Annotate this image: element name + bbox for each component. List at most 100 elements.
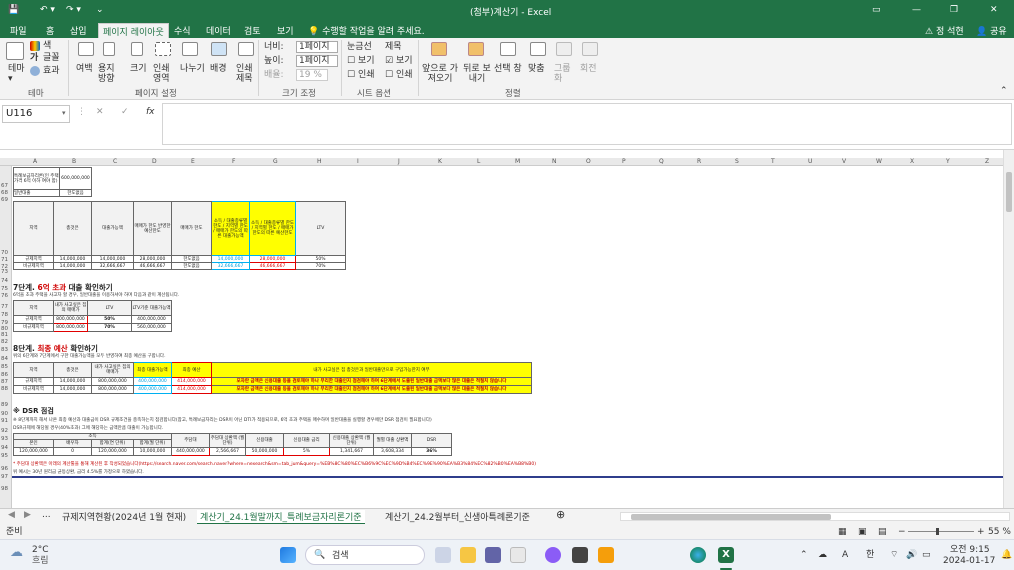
column-header[interactable]: W (876, 158, 882, 165)
enter-icon[interactable]: ✓ (121, 107, 129, 117)
tab-insert[interactable]: 삽입 (70, 24, 87, 37)
more-sheets-button[interactable]: ... (42, 510, 51, 520)
row-header[interactable]: 96 (1, 466, 8, 472)
redo-icon[interactable]: ↷ ▾ (66, 5, 81, 15)
rotate-button[interactable]: 회전 (580, 64, 597, 74)
tab-formulas[interactable]: 수식 (174, 24, 191, 37)
column-header[interactable]: B (72, 158, 76, 165)
teams-icon[interactable] (485, 547, 501, 563)
print-titles-button[interactable]: 인쇄 제목 (236, 64, 256, 84)
vertical-scroll-thumb[interactable] (1006, 172, 1012, 212)
worksheet-grid[interactable]: 특례보금자리론(인 주택가격 6억 이하 여야 함) 600,000,000 일반… (12, 166, 1003, 508)
column-header[interactable]: T (771, 158, 775, 165)
namebox-dropdown-icon[interactable]: ▾ (62, 108, 66, 118)
tray-font-icon[interactable]: A (842, 550, 848, 560)
row-header[interactable]: 74 (1, 278, 8, 284)
horizontal-scroll-thumb[interactable] (631, 514, 831, 520)
row-header[interactable]: 70 (1, 250, 8, 256)
themes-icon[interactable] (6, 42, 24, 60)
zoom-slider[interactable] (908, 531, 974, 532)
edge-icon[interactable] (690, 547, 706, 563)
notification-icon[interactable]: 🔔 (1001, 550, 1012, 560)
excel-icon[interactable]: X (718, 547, 734, 563)
tab-view[interactable]: 보기 (277, 24, 294, 37)
minimize-icon[interactable]: — (912, 5, 921, 15)
column-header[interactable]: K (438, 158, 442, 165)
customize-qat-icon[interactable]: ⌄ (96, 5, 104, 15)
headings-print-checkbox[interactable]: ☐ 인쇄 (385, 70, 413, 80)
zoom-in-icon[interactable]: + (977, 527, 985, 537)
tab-review[interactable]: 검토 (244, 24, 261, 37)
row-header[interactable]: 95 (1, 453, 8, 459)
group-button[interactable]: 그룹화 (554, 64, 574, 84)
clock-time[interactable]: 오전 9:15 (950, 545, 990, 555)
column-header[interactable]: Q (659, 158, 664, 165)
tray-chevron-icon[interactable]: ⌃ (800, 550, 808, 560)
tab-file[interactable]: 파일 (10, 24, 27, 37)
account-user[interactable]: ⚠ 정 석현 (925, 24, 964, 37)
sheet-tab-calc-feb[interactable]: 계산기_24.2월부터_신생아특례론기준 (385, 510, 530, 523)
zoom-out-icon[interactable]: − (898, 527, 906, 537)
row-header[interactable]: 88 (1, 386, 8, 392)
next-sheet-icon[interactable]: ▶ (24, 510, 31, 520)
speaker-icon[interactable]: 🔊 (906, 550, 917, 560)
vertical-scrollbar[interactable] (1003, 150, 1014, 508)
row-header[interactable]: 82 (1, 339, 8, 345)
row-header[interactable]: 78 (1, 312, 8, 318)
row-header[interactable]: 89 (1, 402, 8, 408)
app-icon[interactable] (598, 547, 614, 563)
close-icon[interactable]: ✕ (990, 5, 998, 15)
tab-page-layout[interactable]: 페이지 레이아웃 (98, 23, 169, 38)
row-header[interactable]: 98 (1, 486, 8, 492)
share-button[interactable]: 👤 공유 (976, 24, 1007, 37)
row-header[interactable]: 94 (1, 445, 8, 451)
selection-pane-button[interactable]: 선택 창 (494, 64, 524, 74)
zoom-level[interactable]: 55 % (988, 527, 1011, 537)
column-header[interactable]: L (477, 158, 480, 165)
breaks-button[interactable]: 나누기 (180, 64, 205, 74)
ribbon-display-icon[interactable]: ▭ (872, 5, 881, 15)
tell-me-search[interactable]: 💡 수행할 작업을 알려 주세요. (308, 24, 425, 37)
column-header[interactable]: J (398, 158, 400, 165)
column-header[interactable]: I (357, 158, 359, 165)
width-select[interactable]: 1페이지 (296, 41, 338, 53)
column-header[interactable]: Y (946, 158, 950, 165)
row-header[interactable]: 83 (1, 347, 8, 353)
row-header[interactable]: 93 (1, 436, 8, 442)
row-header[interactable]: 69 (1, 197, 8, 203)
row-header[interactable]: 85 (1, 364, 8, 370)
autosave-icon[interactable]: 💾 (8, 5, 19, 15)
row-header[interactable]: 92 (1, 428, 8, 434)
zoom-slider-thumb[interactable] (936, 528, 939, 535)
themes-button[interactable]: 테마 (8, 64, 25, 74)
row-header[interactable]: 68 (1, 190, 8, 196)
sheet-tab-calc-jan[interactable]: 계산기_24.1월말까지_특례보금자리론기준 (197, 510, 365, 525)
column-header[interactable]: F (232, 158, 235, 165)
row-header[interactable]: 81 (1, 332, 8, 338)
tab-home[interactable]: 홈 (46, 24, 54, 37)
align-button[interactable]: 맞춤 (528, 64, 545, 74)
battery-icon[interactable]: ▭ (922, 550, 931, 560)
row-header[interactable]: 71 (1, 257, 8, 263)
send-backward-button[interactable]: 뒤로 보내기 (460, 64, 494, 84)
row-header[interactable]: 87 (1, 379, 8, 385)
column-header[interactable]: C (113, 158, 117, 165)
sheet-tab-regulated-areas[interactable]: 규제지역현황(2024년 1월 현재) (62, 510, 186, 523)
effects-button[interactable]: 효과 (43, 66, 60, 76)
weather-icon[interactable]: ☁ (10, 546, 23, 559)
margins-button[interactable]: 여백 (76, 64, 93, 74)
column-header[interactable]: S (735, 158, 739, 165)
restore-icon[interactable]: ❐ (950, 5, 958, 15)
row-header[interactable]: 77 (1, 304, 8, 310)
clock-date[interactable]: 2024-01-17 (943, 556, 995, 566)
insert-function-icon[interactable]: fx (146, 107, 155, 117)
cancel-icon[interactable]: ✕ (96, 107, 104, 117)
horizontal-scrollbar[interactable] (620, 512, 1010, 521)
row-header[interactable]: 73 (1, 269, 8, 275)
column-header[interactable]: E (191, 158, 195, 165)
undo-icon[interactable]: ↶ ▾ (40, 5, 55, 15)
column-header[interactable]: O (586, 158, 591, 165)
page-break-view-icon[interactable]: ▤ (878, 527, 887, 537)
row-header[interactable]: 67 (1, 183, 8, 189)
row-header[interactable]: 90 (1, 411, 8, 417)
